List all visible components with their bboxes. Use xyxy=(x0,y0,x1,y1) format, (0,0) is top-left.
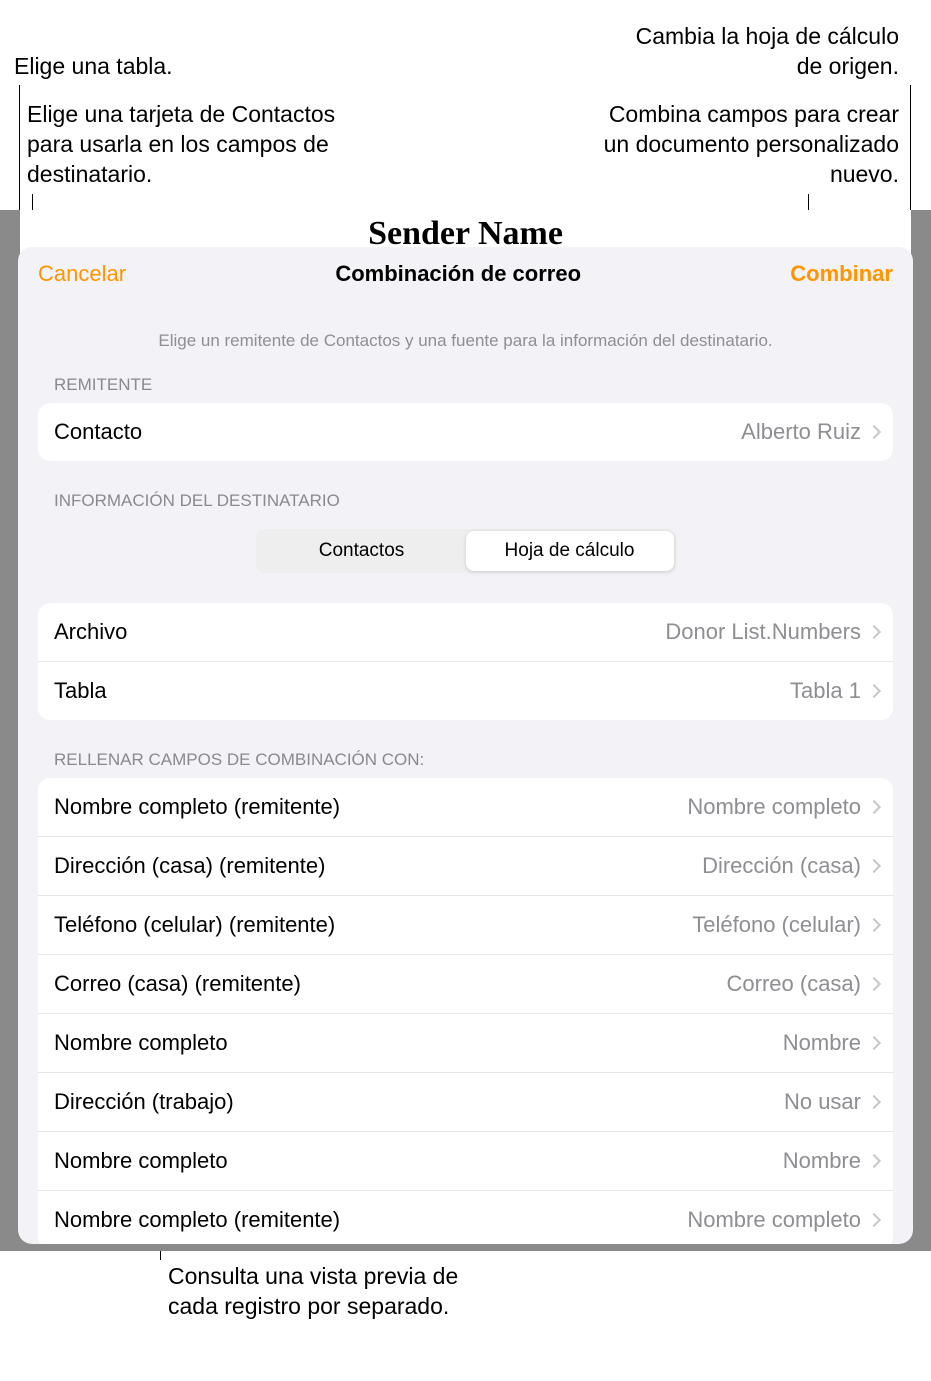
chevron-right-icon xyxy=(867,800,881,814)
recipient-source-segmented: Contactos Hoja de cálculo xyxy=(256,529,676,573)
field-value-text: No usar xyxy=(784,1089,861,1115)
panel-title: Combinación de correo xyxy=(335,261,581,287)
fields-group: Nombre completo (remitente) Nombre compl… xyxy=(38,778,893,1244)
panel-subtitle: Elige un remitente de Contactos y una fu… xyxy=(18,297,913,375)
field-row[interactable]: Nombre completo (remitente) Nombre compl… xyxy=(38,778,893,837)
segment-contacts[interactable]: Contactos xyxy=(258,531,466,571)
field-value-text: Correo (casa) xyxy=(727,971,861,997)
contact-row[interactable]: Contacto Alberto Ruiz xyxy=(38,403,893,461)
callout-preview-each: Consulta una vista previa de cada regist… xyxy=(168,1262,508,1322)
field-row[interactable]: Nombre completo (remitente) Nombre compl… xyxy=(38,1191,893,1244)
segment-spreadsheet[interactable]: Hoja de cálculo xyxy=(466,531,674,571)
field-row-label: Nombre completo (remitente) xyxy=(54,794,340,820)
source-group: Archivo Donor List.Numbers Tabla Tabla 1 xyxy=(38,603,893,720)
chevron-right-icon xyxy=(867,684,881,698)
file-value-text: Donor List.Numbers xyxy=(665,619,861,645)
contact-value-text: Alberto Ruiz xyxy=(741,419,861,445)
field-row-value: Teléfono (celular) xyxy=(692,912,879,938)
field-value-text: Nombre xyxy=(783,1030,861,1056)
field-row-label: Teléfono (celular) (remitente) xyxy=(54,912,335,938)
callout-combine-fields: Combina campos para crear un documento p… xyxy=(589,100,899,190)
chevron-right-icon xyxy=(867,918,881,932)
sender-section-label: REMITENTE xyxy=(18,375,913,403)
field-value-text: Dirección (casa) xyxy=(702,853,861,879)
table-value-text: Tabla 1 xyxy=(790,678,861,704)
chevron-right-icon xyxy=(867,1154,881,1168)
field-row-value: Nombre completo xyxy=(687,1207,879,1233)
file-row[interactable]: Archivo Donor List.Numbers xyxy=(38,603,893,662)
field-row[interactable]: Nombre completo Nombre xyxy=(38,1014,893,1073)
field-row[interactable]: Nombre completo Nombre xyxy=(38,1132,893,1191)
table-row-label: Tabla xyxy=(54,678,107,704)
field-row[interactable]: Teléfono (celular) (remitente) Teléfono … xyxy=(38,896,893,955)
table-row-value: Tabla 1 xyxy=(790,678,879,704)
field-row-label: Nombre completo xyxy=(54,1030,228,1056)
sender-group: Contacto Alberto Ruiz xyxy=(38,403,893,461)
field-value-text: Teléfono (celular) xyxy=(692,912,861,938)
recipient-section-label: INFORMACIÓN DEL DESTINATARIO xyxy=(18,491,913,519)
callout-choose-table: Elige una tabla. xyxy=(14,52,173,82)
field-row-label: Dirección (casa) (remitente) xyxy=(54,853,325,879)
chevron-right-icon xyxy=(867,1213,881,1227)
field-row-value: No usar xyxy=(784,1089,879,1115)
field-value-text: Nombre xyxy=(783,1148,861,1174)
field-row-label: Correo (casa) (remitente) xyxy=(54,971,301,997)
fields-section-label: RELLENAR CAMPOS DE COMBINACIÓN CON: xyxy=(18,750,913,778)
field-row-value: Correo (casa) xyxy=(727,971,879,997)
field-row-value: Dirección (casa) xyxy=(702,853,879,879)
field-value-text: Nombre completo xyxy=(687,794,861,820)
callout-choose-contact: Elige una tarjeta de Contactos para usar… xyxy=(27,100,337,190)
contact-row-value: Alberto Ruiz xyxy=(741,419,879,445)
callout-change-source: Cambia la hoja de cálculo de origen. xyxy=(609,22,899,82)
contact-row-label: Contacto xyxy=(54,419,142,445)
combine-button[interactable]: Combinar xyxy=(790,261,893,287)
cancel-button[interactable]: Cancelar xyxy=(38,261,126,287)
field-row-value: Nombre xyxy=(783,1148,879,1174)
field-row[interactable]: Correo (casa) (remitente) Correo (casa) xyxy=(38,955,893,1014)
chevron-right-icon xyxy=(867,625,881,639)
mail-merge-panel: Cancelar Combinación de correo Combinar … xyxy=(18,247,913,1244)
file-row-label: Archivo xyxy=(54,619,127,645)
chevron-right-icon xyxy=(867,1095,881,1109)
field-value-text: Nombre completo xyxy=(687,1207,861,1233)
field-row-value: Nombre completo xyxy=(687,794,879,820)
field-row-value: Nombre xyxy=(783,1030,879,1056)
chevron-right-icon xyxy=(867,859,881,873)
chevron-right-icon xyxy=(867,1036,881,1050)
field-row[interactable]: Dirección (trabajo) No usar xyxy=(38,1073,893,1132)
file-row-value: Donor List.Numbers xyxy=(665,619,879,645)
panel-header: Cancelar Combinación de correo Combinar xyxy=(18,247,913,297)
field-row-label: Nombre completo xyxy=(54,1148,228,1174)
field-row-label: Nombre completo (remitente) xyxy=(54,1207,340,1233)
chevron-right-icon xyxy=(867,977,881,991)
table-row[interactable]: Tabla Tabla 1 xyxy=(38,662,893,720)
field-row[interactable]: Dirección (casa) (remitente) Dirección (… xyxy=(38,837,893,896)
chevron-right-icon xyxy=(867,425,881,439)
field-row-label: Dirección (trabajo) xyxy=(54,1089,234,1115)
